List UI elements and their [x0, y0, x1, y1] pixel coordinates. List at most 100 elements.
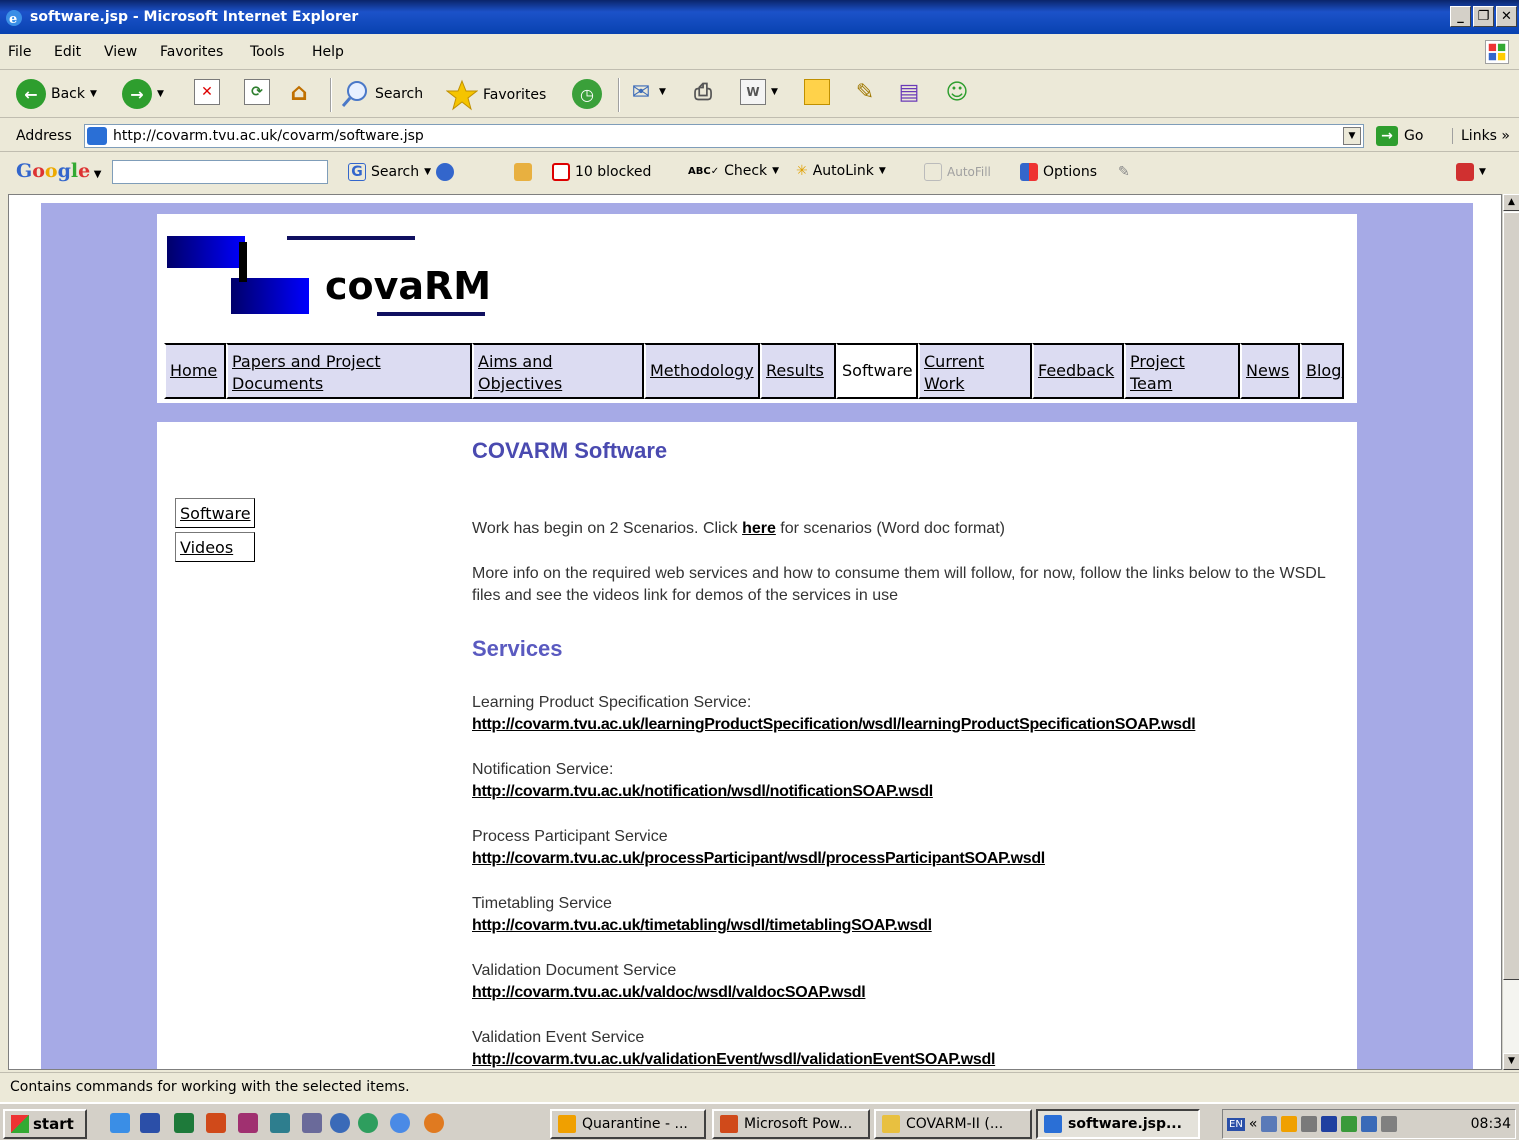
nav-home[interactable]: Home [164, 343, 226, 399]
autofill-button[interactable]: AutoFill [924, 163, 991, 181]
nav-papers[interactable]: Papers and Project Documents [226, 343, 472, 399]
address-url[interactable]: http://covarm.tvu.ac.uk/covarm/software.… [113, 128, 424, 144]
nav-news[interactable]: News [1240, 343, 1300, 399]
nav-software[interactable]: Software [836, 343, 918, 399]
menu-file[interactable]: File [8, 44, 31, 60]
mail-dropdown-icon[interactable]: ▼ [659, 87, 666, 97]
antivirus-icon[interactable] [1281, 1116, 1298, 1132]
messenger-button[interactable]: ☺ [944, 79, 970, 105]
quicklaunch-outlook-icon[interactable] [330, 1113, 350, 1133]
language-indicator[interactable]: EN [1227, 1117, 1245, 1131]
pencil-icon[interactable]: ✎ [1118, 164, 1130, 180]
scroll-down-icon[interactable]: ▼ [1503, 1053, 1519, 1070]
research-button[interactable]: ✎ [852, 79, 878, 105]
google-search-input[interactable] [112, 160, 328, 184]
scenarios-here-link[interactable]: here [742, 520, 776, 537]
service-wsdl-link[interactable]: http://covarm.tvu.ac.uk/processParticipa… [472, 850, 1045, 868]
quicklaunch-powerpoint-icon[interactable] [206, 1113, 226, 1133]
spell-check-button[interactable]: ABC✓ Check ▼ [688, 163, 779, 179]
quicklaunch-firefox-icon[interactable] [424, 1113, 444, 1133]
menu-tools[interactable]: Tools [250, 44, 285, 60]
menu-view[interactable]: View [104, 44, 137, 60]
clock: 08:34 [1470, 1116, 1511, 1132]
refresh-button[interactable]: ⟳ [244, 79, 270, 105]
scroll-thumb[interactable] [1503, 212, 1519, 980]
check-dropdown-icon[interactable]: ▼ [772, 166, 779, 176]
task-covarm-folder[interactable]: COVARM-II (... [874, 1109, 1032, 1139]
nav-aims[interactable]: Aims and Objectives [472, 343, 644, 399]
autolink-button[interactable]: ✳ AutoLink ▼ [796, 163, 886, 179]
stop-button[interactable]: ✕ [194, 79, 220, 105]
google-pagerank-button[interactable] [514, 163, 532, 181]
restore-button[interactable]: ❐ [1473, 6, 1494, 27]
menu-edit[interactable]: Edit [54, 44, 81, 60]
start-button[interactable]: start [3, 1109, 87, 1139]
nav-current-work[interactable]: Current Work [918, 343, 1032, 399]
side-link-software[interactable]: Software [175, 498, 255, 528]
google-search-dropdown-icon[interactable]: ▼ [424, 167, 431, 177]
address-dropdown-icon[interactable]: ▼ [1343, 127, 1361, 145]
search-button[interactable]: Search [340, 79, 423, 109]
google-web-icon[interactable] [436, 163, 455, 181]
task-quarantine[interactable]: Quarantine - ... [550, 1109, 706, 1139]
security-icon[interactable] [1341, 1116, 1358, 1132]
menu-favorites[interactable]: Favorites [160, 44, 223, 60]
service-wsdl-link[interactable]: http://covarm.tvu.ac.uk/learningProductS… [472, 716, 1196, 734]
go-button[interactable]: → Go [1376, 126, 1423, 146]
service-wsdl-link[interactable]: http://covarm.tvu.ac.uk/notification/wsd… [472, 783, 933, 801]
favorites-button[interactable]: Favorites [446, 79, 546, 111]
back-dropdown-icon[interactable]: ▼ [90, 89, 97, 99]
network-icon[interactable] [1361, 1116, 1378, 1132]
nav-methodology[interactable]: Methodology [644, 343, 760, 399]
nav-blog[interactable]: Blog [1300, 343, 1344, 399]
translate-button[interactable]: ▼ [1456, 163, 1486, 181]
home-button[interactable]: ⌂ [286, 78, 312, 106]
service-wsdl-link[interactable]: http://covarm.tvu.ac.uk/validationEvent/… [472, 1051, 995, 1069]
quicklaunch-media-icon[interactable] [358, 1113, 378, 1133]
google-logo[interactable]: Google ▼ [16, 160, 101, 182]
popup-blocker-button[interactable]: 10 blocked [552, 163, 651, 181]
battery-icon[interactable] [1321, 1116, 1338, 1132]
nav-feedback[interactable]: Feedback [1032, 343, 1124, 399]
forward-button[interactable]: → ▼ [122, 79, 164, 109]
quicklaunch-ie2-icon[interactable] [390, 1113, 410, 1133]
sync-icon[interactable] [1301, 1116, 1318, 1132]
nav-project-team[interactable]: Project Team [1124, 343, 1240, 399]
messenger-books-button[interactable]: ▤ [896, 79, 922, 105]
history-button[interactable]: ◷ [572, 79, 602, 109]
back-button[interactable]: ← Back ▼ [16, 79, 97, 109]
tray-expand-icon[interactable]: « [1249, 1116, 1258, 1132]
forward-dropdown-icon[interactable]: ▼ [157, 89, 164, 99]
service-wsdl-link[interactable]: http://covarm.tvu.ac.uk/timetabling/wsdl… [472, 917, 932, 935]
nav-results[interactable]: Results [760, 343, 836, 399]
service-wsdl-link[interactable]: http://covarm.tvu.ac.uk/valdoc/wsdl/vald… [472, 984, 866, 1002]
wireless-icon[interactable] [1381, 1116, 1398, 1132]
minimize-button[interactable]: _ [1450, 6, 1471, 27]
edit-dropdown-icon[interactable]: ▼ [771, 87, 778, 97]
quicklaunch-access-icon[interactable] [238, 1113, 258, 1133]
quicklaunch-publisher-icon[interactable] [270, 1113, 290, 1133]
edit-word-button[interactable]: W ▼ [740, 79, 778, 105]
options-button[interactable]: Options ✎ [1020, 163, 1130, 181]
volume-icon[interactable] [1261, 1116, 1278, 1132]
mail-button[interactable]: ✉ ▼ [628, 79, 666, 105]
translate-dropdown-icon[interactable]: ▼ [1479, 167, 1486, 177]
quicklaunch-word-icon[interactable] [140, 1113, 160, 1133]
print-button[interactable]: ⎙ [690, 79, 716, 105]
close-button[interactable]: ✕ [1496, 6, 1517, 27]
side-link-videos[interactable]: Videos [175, 532, 255, 562]
task-powerpoint[interactable]: Microsoft Pow... [712, 1109, 870, 1139]
address-input[interactable]: http://covarm.tvu.ac.uk/covarm/software.… [84, 124, 1364, 148]
autolink-dropdown-icon[interactable]: ▼ [879, 166, 886, 176]
scroll-up-icon[interactable]: ▲ [1503, 194, 1519, 211]
vertical-scrollbar[interactable]: ▲ ▼ [1502, 194, 1519, 1070]
discuss-button[interactable] [804, 79, 830, 105]
google-search-button[interactable]: G Search ▼ [348, 163, 455, 181]
menu-help[interactable]: Help [312, 44, 344, 60]
quicklaunch-excel-icon[interactable] [174, 1113, 194, 1133]
quicklaunch-printer-icon[interactable] [302, 1113, 322, 1133]
google-g-icon: G [348, 163, 366, 181]
task-software-jsp[interactable]: software.jsp... [1036, 1109, 1200, 1139]
links-button[interactable]: Links » [1452, 128, 1510, 144]
quicklaunch-ie-icon[interactable] [110, 1113, 130, 1133]
